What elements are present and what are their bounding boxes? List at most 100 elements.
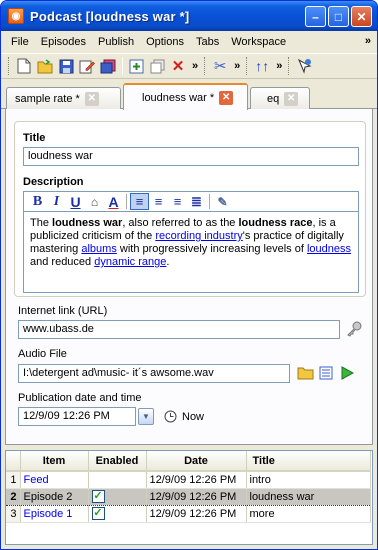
tab-label: loudness war *	[142, 91, 215, 104]
delete-icon[interactable]: ✕	[168, 56, 188, 76]
underline-button[interactable]: U	[66, 193, 85, 210]
description-text: with progressively increasing levels of	[116, 243, 307, 255]
enabled-checkbox[interactable]: ✓	[91, 490, 105, 503]
title-label: Title	[23, 132, 46, 144]
close-icon[interactable]: ✕	[219, 90, 234, 105]
file-details-icon[interactable]	[317, 364, 335, 382]
toolbar-grip[interactable]	[204, 57, 207, 75]
item-cell[interactable]: Episode 2	[20, 487, 89, 506]
save-icon[interactable]	[56, 56, 76, 76]
description-bold: loudness race	[238, 217, 313, 229]
toolbar-grip[interactable]	[8, 57, 11, 75]
menu-tabs[interactable]: Tabs	[190, 36, 225, 48]
toolbar-grip[interactable]	[288, 57, 291, 75]
row-number-header	[6, 451, 21, 472]
menu-overflow-chevron[interactable]: »	[365, 35, 371, 47]
menu-publish[interactable]: Publish	[92, 36, 140, 48]
column-header-date[interactable]: Date	[146, 451, 247, 472]
open-folder-icon[interactable]	[35, 56, 55, 76]
internet-link-label: Internet link (URL)	[18, 305, 108, 317]
audio-file-label: Audio File	[18, 348, 67, 360]
minimize-button[interactable]: –	[305, 6, 326, 27]
bold-button[interactable]: B	[28, 193, 47, 210]
audio-file-field[interactable]: I:\detergent ad\music- it´s awsome.wav	[18, 364, 290, 383]
description-editor[interactable]: The loudness war, also referred to as th…	[23, 211, 359, 293]
help-icon[interactable]	[294, 56, 314, 76]
description-link[interactable]: dynamic range	[94, 256, 166, 268]
table-row[interactable]: 3 Episode 1 ✓ 12/9/09 12:26 PM more	[6, 505, 371, 523]
episode-editor: Title loudness war Description B I U ⌂ A…	[5, 109, 373, 445]
table-row[interactable]: 2 Episode 2 ✓ 12/9/09 12:26 PM loudness …	[6, 487, 371, 506]
justify-button[interactable]: ≣	[187, 193, 206, 210]
toolbar-more-1[interactable]: »	[192, 60, 198, 72]
row-number: 2	[6, 487, 21, 506]
key-icon[interactable]	[346, 320, 364, 338]
episodes-table: Item Enabled Date Title 1 Feed 12/9/09 1…	[5, 450, 373, 545]
play-icon[interactable]	[338, 364, 356, 382]
close-button[interactable]: ✕	[351, 6, 372, 27]
window-title: Podcast [loudness war *]	[30, 8, 190, 24]
close-icon[interactable]: ✕	[284, 91, 299, 106]
clock-icon[interactable]	[161, 407, 179, 425]
menu-file[interactable]: File	[5, 36, 35, 48]
format-separator	[209, 194, 210, 209]
description-link[interactable]: albums	[81, 243, 116, 255]
browse-folder-icon[interactable]	[296, 364, 314, 382]
toolbar-more-2[interactable]: »	[234, 60, 240, 72]
row-number: 1	[6, 471, 21, 489]
toolbar: ✕ » ✂ » ↑↑ »	[1, 53, 377, 79]
tab-sample-rate[interactable]: sample rate * ✕	[6, 87, 121, 109]
toolbar-more-3[interactable]: »	[276, 60, 282, 72]
save-all-icon[interactable]	[98, 56, 118, 76]
date-cell: 12/9/09 12:26 PM	[146, 505, 247, 523]
tab-eq[interactable]: eq ✕	[250, 87, 310, 109]
enabled-cell[interactable]: ✓	[88, 505, 147, 523]
font-color-button[interactable]: A	[104, 193, 123, 210]
internet-link-field[interactable]: www.ubass.de	[18, 320, 340, 339]
item-cell[interactable]: Feed	[20, 471, 89, 489]
item-cell[interactable]: Episode 1	[20, 505, 89, 523]
menu-options[interactable]: Options	[140, 36, 190, 48]
app-window: ◉ Podcast [loudness war *] – □ ✕ File Ep…	[0, 0, 378, 550]
highlight-icon[interactable]: ⌂	[85, 193, 104, 210]
description-text: .	[166, 256, 170, 268]
publication-date-label: Publication date and time	[18, 392, 142, 404]
menu-workspace[interactable]: Workspace	[225, 36, 292, 48]
column-header-title[interactable]: Title	[246, 451, 371, 472]
add-episode-icon[interactable]	[126, 56, 146, 76]
column-header-enabled[interactable]: Enabled	[88, 451, 147, 472]
tab-loudness-war[interactable]: loudness war * ✕	[123, 83, 248, 110]
spellcheck-icon[interactable]: ✎	[213, 193, 232, 210]
description-link[interactable]: recording industry	[155, 230, 242, 242]
cut-icon[interactable]: ✂	[210, 56, 230, 76]
column-header-item[interactable]: Item	[20, 451, 89, 472]
menu-episodes[interactable]: Episodes	[35, 36, 92, 48]
copy-icon[interactable]	[147, 56, 167, 76]
description-link[interactable]: loudness	[307, 243, 351, 255]
title-bar[interactable]: ◉ Podcast [loudness war *] – □ ✕	[1, 1, 377, 31]
toolbar-separator	[122, 57, 123, 75]
publication-date-picker[interactable]: 12/9/09 12:26 PM	[18, 407, 136, 426]
title-field[interactable]: loudness war	[23, 147, 359, 166]
align-left-button[interactable]: ≡	[130, 193, 149, 210]
format-toolbar: B I U ⌂ A ≡ ≡ ≡ ≣ ✎	[23, 191, 359, 211]
table-row[interactable]: 1 Feed 12/9/09 12:26 PM intro	[6, 471, 371, 489]
title-cell: more	[246, 505, 371, 523]
tab-label: eq	[267, 92, 280, 105]
enabled-cell[interactable]: ✓	[88, 487, 147, 506]
toolbar-grip[interactable]	[246, 57, 249, 75]
sort-icon[interactable]: ↑↑	[252, 56, 272, 76]
maximize-button[interactable]: □	[328, 6, 349, 27]
new-icon[interactable]	[14, 56, 34, 76]
description-text: , also referred to as the	[122, 217, 239, 229]
now-button[interactable]: Now	[182, 411, 204, 423]
italic-button[interactable]: I	[47, 193, 66, 210]
description-label: Description	[23, 176, 84, 188]
enabled-checkbox[interactable]: ✓	[91, 507, 105, 520]
align-center-button[interactable]: ≡	[149, 193, 168, 210]
close-icon[interactable]: ✕	[84, 91, 99, 106]
chevron-down-icon[interactable]: ▼	[138, 408, 154, 425]
edit-icon[interactable]	[77, 56, 97, 76]
title-description-group: Title loudness war Description B I U ⌂ A…	[14, 121, 366, 297]
align-right-button[interactable]: ≡	[168, 193, 187, 210]
